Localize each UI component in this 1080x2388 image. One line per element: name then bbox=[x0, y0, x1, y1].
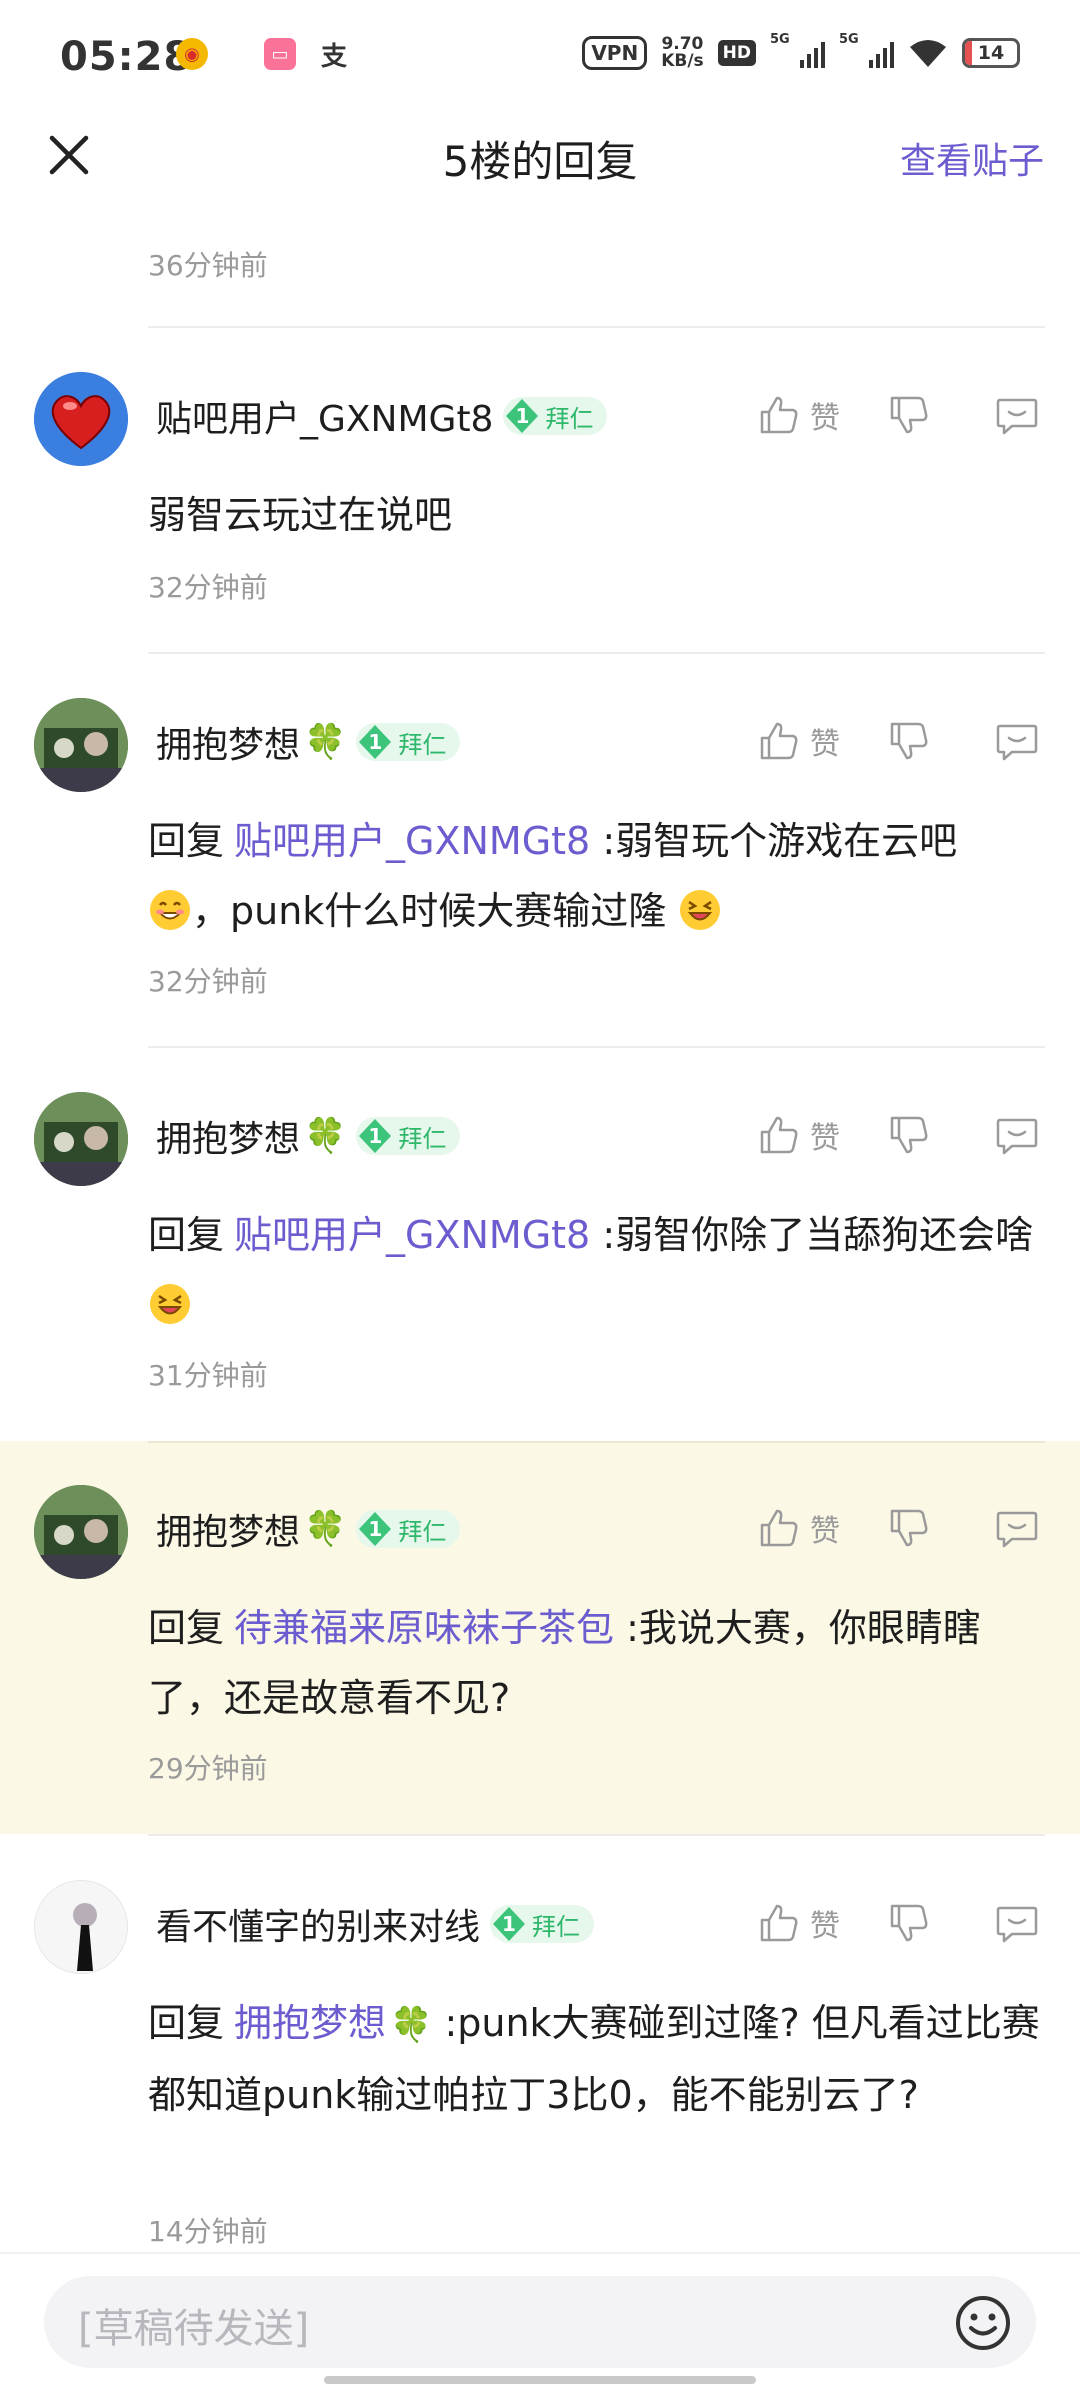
avatar[interactable] bbox=[34, 372, 128, 466]
comment-content: 回复 待兼福来原味袜子茶包 :我说大赛，你眼睛瞎了，还是故意看不见? bbox=[148, 1606, 981, 1720]
like-button[interactable]: 赞 bbox=[756, 392, 886, 438]
comment-content: 回复 贴吧用户_GXNMGt8 :弱智你除了当舔狗还会啥 bbox=[148, 1200, 1048, 1340]
laugh-emoji-icon bbox=[150, 1284, 190, 1324]
clover-icon: 🍀 bbox=[390, 2005, 433, 2045]
level-badge: 1 拜仁 bbox=[490, 1905, 595, 1943]
signal-icon-1: 5G bbox=[770, 32, 825, 68]
thumbs-down-icon[interactable] bbox=[886, 392, 932, 438]
timestamp: 14分钟前 bbox=[148, 2215, 268, 2248]
comment-content: 回复 贴吧用户_GXNMGt8 :弱智玩个游戏在云吧 ，punk什么时候大赛输过隆 bbox=[148, 819, 958, 933]
level-badge: 1 拜仁 bbox=[356, 723, 461, 761]
username[interactable]: 看不懂字的别来对线 1 拜仁 bbox=[156, 1898, 595, 1950]
username[interactable]: 拥抱梦想 🍀 1 拜仁 bbox=[156, 1110, 461, 1162]
status-time: 05:28 bbox=[60, 34, 193, 80]
thumbs-up-icon bbox=[760, 1116, 798, 1154]
reply-icon[interactable] bbox=[994, 1505, 1040, 1551]
comment-actions: 赞 bbox=[756, 1900, 1040, 1946]
divider bbox=[148, 1441, 1045, 1443]
reply-input[interactable]: [草稿待发送] bbox=[44, 2276, 1036, 2368]
comment-actions: 赞 bbox=[756, 718, 1040, 764]
username[interactable]: 贴吧用户_GXNMGt8 1 拜仁 bbox=[156, 390, 608, 442]
username[interactable]: 拥抱梦想 🍀 1 拜仁 bbox=[156, 716, 461, 768]
clover-icon: 🍀 bbox=[304, 1509, 347, 1549]
clover-icon: 🍀 bbox=[304, 1116, 347, 1156]
home-indicator[interactable] bbox=[324, 2376, 756, 2384]
network-speed: 9.70 KB/s bbox=[661, 34, 704, 71]
timestamp: 36分钟前 bbox=[148, 249, 268, 282]
laugh-emoji-icon bbox=[680, 890, 721, 930]
mention-link[interactable]: 拥抱梦想 🍀 bbox=[234, 2001, 432, 2045]
like-button[interactable]: 赞 bbox=[756, 1505, 886, 1551]
thumbs-down-icon[interactable] bbox=[886, 718, 932, 764]
status-bar: 05:28 ◉ ▭ 支 VPN 9.70 KB/s HD 5G 5G 14 bbox=[0, 0, 1080, 118]
comment-actions: 赞 bbox=[756, 392, 1040, 438]
timestamp: 32分钟前 bbox=[148, 965, 268, 998]
thumbs-down-icon[interactable] bbox=[886, 1900, 932, 1946]
comment-actions: 赞 bbox=[756, 1505, 1040, 1551]
reply-input-placeholder: [草稿待发送] bbox=[78, 2306, 310, 2352]
weibo-icon: ◉ bbox=[176, 38, 208, 70]
reply-bar: [草稿待发送] bbox=[0, 2252, 1080, 2388]
thumbs-up-icon bbox=[760, 396, 798, 434]
reply-icon[interactable] bbox=[994, 718, 1040, 764]
notification-icons: ◉ ▭ 支 bbox=[176, 38, 350, 72]
hd-icon: HD bbox=[717, 40, 756, 66]
thumbs-up-icon bbox=[760, 722, 798, 760]
smile-emoji-icon bbox=[150, 890, 190, 930]
level-badge: 1 拜仁 bbox=[356, 1117, 461, 1155]
comment-item: 拥抱梦想 🍀 1 拜仁 赞 回复 贴吧用户_GXNMGt8 :弱智玩个游戏在云吧 … bbox=[0, 654, 1080, 1047]
comment-item: 看不懂字的别来对线 1 拜仁 赞 回复 拥抱梦想 🍀 :punk大赛碰到过隆? 但凡… bbox=[0, 1836, 1080, 2256]
timestamp: 32分钟前 bbox=[148, 571, 268, 604]
timestamp: 31分钟前 bbox=[148, 1359, 268, 1392]
wifi-icon bbox=[910, 40, 946, 67]
mention-link[interactable]: 贴吧用户_GXNMGt8 bbox=[234, 1213, 590, 1257]
level-badge: 1 拜仁 bbox=[356, 1510, 461, 1548]
comment-content: 回复 拥抱梦想 🍀 :punk大赛碰到过隆? 但凡看过比赛都知道punk输过帕拉丁3… bbox=[148, 2001, 1040, 2117]
timestamp: 29分钟前 bbox=[148, 1752, 268, 1785]
thumbs-down-icon[interactable] bbox=[886, 1112, 932, 1158]
status-right: VPN 9.70 KB/s HD 5G 5G 14 bbox=[582, 32, 1020, 71]
avatar[interactable] bbox=[34, 1485, 128, 1579]
bilibili-icon: ▭ bbox=[264, 38, 296, 70]
view-post-link[interactable]: 查看贴子 bbox=[900, 132, 1044, 184]
battery-icon: 14 bbox=[962, 38, 1020, 68]
thumbs-up-icon bbox=[760, 1509, 798, 1547]
like-button[interactable]: 赞 bbox=[756, 1112, 886, 1158]
level-badge: 1 拜仁 bbox=[503, 397, 608, 435]
reply-icon[interactable] bbox=[994, 1900, 1040, 1946]
reply-icon[interactable] bbox=[994, 1112, 1040, 1158]
thumbs-down-icon[interactable] bbox=[886, 1505, 932, 1551]
mention-link[interactable]: 待兼福来原味袜子茶包 bbox=[234, 1606, 614, 1650]
comment-item-highlighted: 拥抱梦想 🍀 1 拜仁 赞 回复 待兼福来原味袜子茶包 :我说大赛，你眼睛瞎了，还… bbox=[0, 1441, 1080, 1834]
top-bar: 5楼的回复 查看贴子 bbox=[0, 118, 1080, 194]
comment-content: 弱智云玩过在说吧 bbox=[148, 493, 453, 537]
avatar[interactable] bbox=[34, 1092, 128, 1186]
comment-actions: 赞 bbox=[756, 1112, 1040, 1158]
username[interactable]: 拥抱梦想 🍀 1 拜仁 bbox=[156, 1503, 461, 1555]
like-button[interactable]: 赞 bbox=[756, 718, 886, 764]
emoji-picker-icon[interactable] bbox=[954, 2294, 1012, 2352]
comment-item: 拥抱梦想 🍀 1 拜仁 赞 回复 贴吧用户_GXNMGt8 :弱智你除了当舔狗还会… bbox=[0, 1048, 1080, 1441]
comment-item: 贴吧用户_GXNMGt8 1 拜仁 赞 弱智云玩过在说吧 32分钟前 bbox=[0, 328, 1080, 653]
avatar[interactable] bbox=[34, 698, 128, 792]
avatar[interactable] bbox=[34, 1880, 128, 1974]
thumbs-up-icon bbox=[760, 1904, 798, 1942]
vpn-icon: VPN bbox=[582, 36, 648, 70]
clover-icon: 🍀 bbox=[304, 722, 347, 762]
reply-icon[interactable] bbox=[994, 392, 1040, 438]
mention-link[interactable]: 贴吧用户_GXNMGt8 bbox=[234, 819, 590, 863]
signal-icon-2: 5G bbox=[839, 32, 894, 68]
like-button[interactable]: 赞 bbox=[756, 1900, 886, 1946]
alipay-icon: 支 bbox=[320, 41, 347, 72]
